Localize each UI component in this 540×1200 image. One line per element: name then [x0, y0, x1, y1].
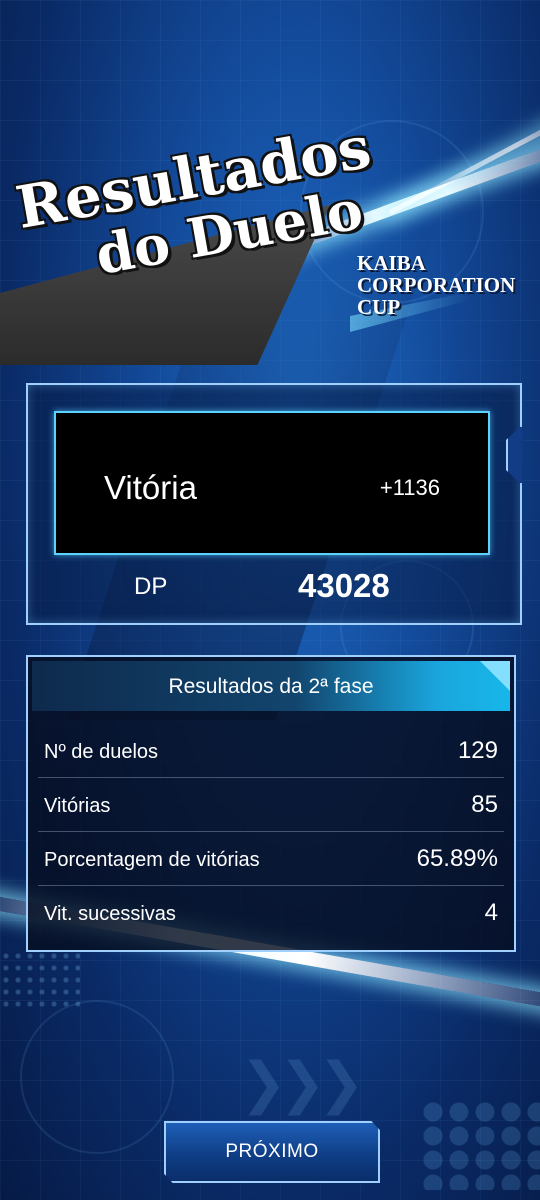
duel-result-panel: Vitória +1136 DP 43028: [26, 383, 522, 625]
stat-row-duels: Nº de duelos 129: [38, 723, 504, 778]
dp-change: +1136: [379, 475, 440, 500]
hex-deco: [420, 1100, 540, 1190]
stat-value: 129: [457, 737, 498, 764]
stats-title: Resultados da 2ª fase: [168, 675, 374, 698]
stat-value: 4: [484, 899, 498, 926]
stat-row-win-rate: Porcentagem de vitórias 65.89%: [38, 831, 504, 886]
event-logo-line2: CORPORATION: [357, 273, 516, 297]
event-logo: KAIBA CORPORATION CUP: [357, 252, 515, 318]
stat-row-win-streak: Vit. sucessivas 4: [38, 885, 504, 939]
stat-value: 65.89%: [416, 845, 498, 872]
next-button[interactable]: PRÓXIMO: [164, 1121, 380, 1183]
dp-label: DP: [134, 573, 168, 600]
deco-circle: [20, 1000, 174, 1154]
stat-label: Vit. sucessivas: [44, 903, 176, 925]
event-logo-line3: CUP: [357, 295, 401, 319]
result-label: Vitória: [104, 469, 197, 506]
stage-results-panel: Resultados da 2ª fase Nº de duelos 129 V…: [26, 655, 516, 952]
chevron-deco-icon: ❯❯❯: [240, 1051, 365, 1114]
stat-label: Vitórias: [44, 795, 111, 817]
result-box: Vitória +1136: [54, 411, 490, 555]
deco-dots: [0, 950, 80, 1010]
stat-label: Nº de duelos: [44, 741, 159, 763]
dp-value: 43028: [298, 567, 390, 604]
panel-notch: [506, 425, 522, 485]
event-logo-line1: KAIBA: [357, 251, 426, 275]
stat-row-wins: Vitórias 85: [38, 777, 504, 832]
stat-label: Porcentagem de vitórias: [44, 849, 260, 871]
stat-value: 85: [471, 791, 498, 818]
next-button-label: PRÓXIMO: [225, 1141, 319, 1162]
